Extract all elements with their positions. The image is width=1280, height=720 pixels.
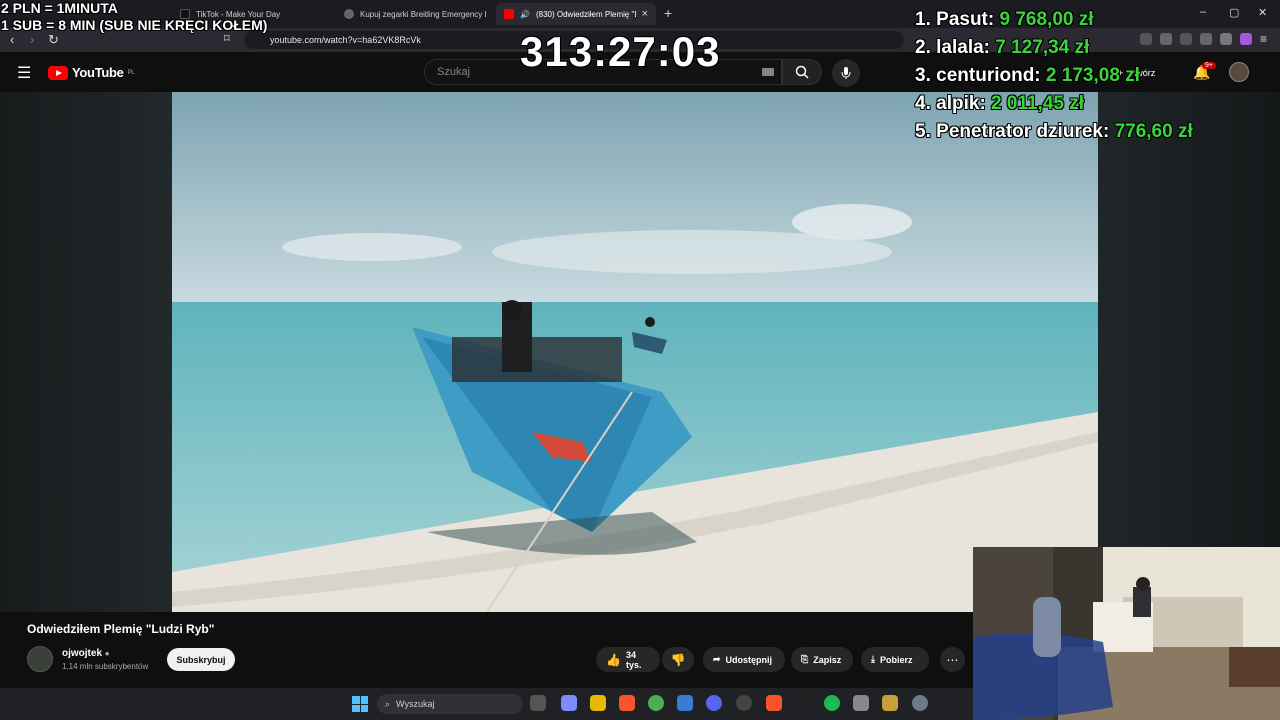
like-button[interactable]: 👍 34 tys. (596, 647, 660, 672)
task-view-icon[interactable] (530, 695, 546, 711)
tab-youtube-active[interactable]: 🔊 (830) Odwiedziłem Plemię "Lu × (496, 3, 656, 25)
leaderboard-entry: 5. Penetrator dziurek: 776,60 zł (915, 121, 1193, 142)
subscriber-count: 1,14 mln subskrybentów (62, 662, 149, 671)
sub-rate-text: 1 SUB = 8 MIN (SUB NIE KRĘCI KOŁEM) (1, 17, 268, 33)
leaderboard-entry: 1. Pasut: 9 768,00 zł (915, 9, 1094, 30)
forward-icon[interactable]: › (30, 32, 34, 47)
discord-icon[interactable] (706, 695, 722, 711)
reload-icon[interactable]: ↻ (48, 32, 59, 48)
youtube-favicon-icon (504, 9, 514, 19)
taskbar-search-input[interactable]: ⌕ Wyszukaj (377, 694, 523, 714)
ambient-left (0, 92, 172, 612)
windows-start-icon[interactable] (352, 696, 368, 712)
wallet-icon[interactable] (1180, 33, 1192, 45)
leaderboard-entry: 3. centuriond: 2 173,08 zł (915, 65, 1140, 86)
maximize-icon[interactable]: ▢ (1229, 6, 1239, 19)
donation-rate-text: 2 PLN = 1MINUTA (1, 0, 118, 16)
verified-icon: ● (104, 649, 110, 658)
account-avatar[interactable] (1229, 62, 1249, 82)
ambient-right (1098, 92, 1280, 547)
share-icon: ➦ (713, 654, 721, 664)
league-icon[interactable] (882, 695, 898, 711)
settings-icon[interactable] (912, 695, 928, 711)
youtube-play-icon (48, 65, 68, 80)
back-icon[interactable]: ‹ (10, 32, 14, 47)
more-actions-button[interactable]: ⋯ (940, 647, 965, 672)
leaderboard-entry: 4. alpik: 2 011,45 zł (915, 93, 1085, 114)
close-tab-icon[interactable]: × (642, 8, 648, 20)
save-button[interactable]: ⎘ Zapisz (791, 647, 853, 672)
thumbs-up-icon: 👍 (606, 652, 621, 667)
youtube-logo[interactable]: YouTube PL (48, 65, 135, 80)
chrome-icon[interactable] (648, 695, 664, 711)
search-icon (795, 65, 809, 79)
sidebar-icon[interactable] (1160, 33, 1172, 45)
video-title: Odwiedziłem Plemię "Ludzi Ryb" (27, 622, 215, 636)
vpn-icon[interactable] (1240, 33, 1252, 45)
music-extension-icon[interactable] (1140, 33, 1152, 45)
video-scene-image (172, 92, 1098, 612)
music-app-icon[interactable] (795, 695, 811, 711)
microphone-icon (841, 67, 851, 79)
thumbs-down-icon: 👎 (670, 652, 686, 667)
store-icon[interactable] (677, 695, 693, 711)
dislike-button[interactable]: 👎 (662, 647, 694, 672)
video-frame[interactable] (172, 92, 1098, 612)
download-icon: ⤓ (871, 654, 875, 664)
globe-icon (344, 9, 354, 19)
download-button[interactable]: ⤓ Pobierz (861, 647, 929, 672)
more-horizontal-icon: ⋯ (946, 652, 959, 667)
new-tab-button[interactable]: + (664, 5, 672, 21)
copilot-icon[interactable] (561, 695, 577, 711)
search-icon: ⌕ (385, 698, 391, 709)
search-button[interactable] (782, 59, 822, 85)
channel-avatar[interactable] (27, 646, 53, 672)
hamburger-menu-icon[interactable]: ☰ (17, 63, 31, 83)
webcam-overlay (973, 547, 1280, 720)
bookmark-icon[interactable]: ⌑ (224, 32, 230, 45)
webcam-room-image (973, 547, 1280, 720)
subathon-timer: 313:27:03 (520, 28, 721, 75)
subscribe-button[interactable]: Subskrybuj (167, 648, 235, 671)
spotify-icon[interactable] (824, 695, 840, 711)
tab-breitling[interactable]: Kupuj zegarki Breitling Emergency II (336, 3, 494, 25)
menu-icon[interactable]: ≡ (1260, 32, 1267, 46)
notifications-badge: 9+ (1202, 62, 1216, 69)
brave-active-icon[interactable] (766, 695, 782, 711)
file-explorer-icon[interactable] (590, 695, 606, 711)
calculator-icon[interactable] (853, 695, 869, 711)
bookmark-save-icon: ⎘ (801, 654, 809, 664)
minimize-icon[interactable]: – (1200, 6, 1206, 18)
voice-search-button[interactable] (832, 59, 860, 87)
share-button[interactable]: ➦ Udostępnij (703, 647, 785, 672)
leaderboard-entry: 2. lalala: 7 127,34 zł (915, 37, 1090, 58)
ai-icon[interactable] (1200, 33, 1212, 45)
channel-name[interactable]: ojwojtek ● (62, 648, 110, 659)
shield-icon[interactable] (1220, 33, 1232, 45)
obs-icon[interactable] (736, 695, 752, 711)
keyboard-icon[interactable] (762, 68, 774, 76)
close-window-icon[interactable]: ✕ (1258, 6, 1267, 19)
speaker-icon[interactable]: 🔊 (520, 10, 530, 19)
brave-icon[interactable] (619, 695, 635, 711)
